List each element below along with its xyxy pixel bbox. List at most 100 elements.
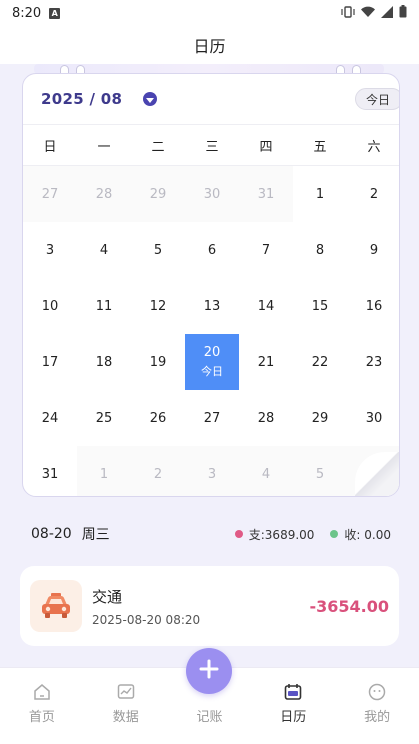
- day-cell[interactable]: 10: [23, 278, 77, 334]
- expense-label: 支:3689.00: [248, 527, 315, 542]
- status-bar: 8:20 A: [0, 0, 419, 26]
- day-number: 26: [149, 410, 167, 426]
- weekday-row: 日一二三四五六: [23, 124, 399, 166]
- day-cell[interactable]: 8: [293, 222, 347, 278]
- day-number: 7: [261, 242, 271, 258]
- home-icon: [32, 682, 52, 702]
- day-cell[interactable]: 24: [23, 390, 77, 446]
- day-cell[interactable]: 29: [293, 390, 347, 446]
- day-cell[interactable]: 22: [293, 334, 347, 390]
- day-number: 27: [203, 410, 221, 426]
- day-cell[interactable]: 4: [239, 446, 293, 496]
- day-number: 28: [95, 186, 113, 202]
- day-cell[interactable]: 28: [77, 166, 131, 222]
- day-cell[interactable]: 3: [185, 446, 239, 496]
- day-cell[interactable]: 1: [293, 166, 347, 222]
- day-cell[interactable]: 31: [239, 166, 293, 222]
- day-cell[interactable]: 23: [347, 334, 399, 390]
- tab-home[interactable]: 首页: [0, 668, 84, 744]
- day-number: 18: [95, 354, 113, 370]
- tab-calendar[interactable]: 日历: [251, 668, 335, 744]
- add-record-button[interactable]: [186, 648, 232, 694]
- chart-icon: [116, 682, 136, 702]
- day-cell[interactable]: 19: [131, 334, 185, 390]
- day-number: 1: [99, 466, 109, 482]
- day-cell[interactable]: 3: [23, 222, 77, 278]
- day-number: 20: [203, 345, 221, 360]
- vibrate-icon: [341, 5, 355, 21]
- day-cell[interactable]: 2: [347, 166, 399, 222]
- selected-weekday: 周三: [81, 527, 110, 543]
- today-button[interactable]: 今日: [354, 88, 399, 110]
- day-cell[interactable]: 21: [239, 334, 293, 390]
- day-cell[interactable]: 4: [77, 222, 131, 278]
- day-cell[interactable]: 6: [185, 222, 239, 278]
- status-time: 8:20: [12, 5, 42, 21]
- tab-profile-label: 我的: [364, 710, 391, 725]
- day-cell[interactable]: 17: [23, 334, 77, 390]
- notification-icon: A: [49, 7, 61, 19]
- day-cell[interactable]: 27: [23, 166, 77, 222]
- tab-record-label: 记账: [196, 710, 223, 725]
- day-cell[interactable]: 1: [77, 446, 131, 496]
- signal-icon: [381, 5, 393, 21]
- tab-calendar-label: 日历: [280, 710, 307, 725]
- day-number: 6: [207, 242, 217, 258]
- tab-data[interactable]: 数据: [84, 668, 168, 744]
- weekday-label: 二: [151, 139, 165, 155]
- day-cell[interactable]: 31: [23, 446, 77, 496]
- month-label[interactable]: 2025 / 08: [41, 90, 122, 108]
- expense-total: 支:3689.00: [234, 526, 315, 543]
- day-cell[interactable]: 29: [131, 166, 185, 222]
- day-cell[interactable]: 2: [131, 446, 185, 496]
- day-number: 3: [207, 466, 217, 482]
- calendar-card: 2025 / 08 今日 日一二三四五六 27 28 29 30 31 1 2 3 4 5 6 7 8 9…: [22, 73, 400, 497]
- day-number: 5: [153, 242, 163, 258]
- day-cell[interactable]: 7: [239, 222, 293, 278]
- day-number: 17: [41, 354, 59, 370]
- add-icon: [198, 658, 220, 684]
- day-number: 28: [257, 410, 275, 426]
- day-cell[interactable]: 26: [131, 390, 185, 446]
- day-cell[interactable]: 15: [293, 278, 347, 334]
- day-cell[interactable]: 14: [239, 278, 293, 334]
- page-header: 日历: [0, 26, 419, 64]
- day-number: 30: [203, 186, 221, 202]
- calendar-header: 2025 / 08 今日: [23, 74, 399, 124]
- battery-icon: [399, 5, 407, 21]
- day-cell[interactable]: 30: [347, 390, 399, 446]
- transaction-amount: -3654.00: [309, 596, 389, 616]
- day-cell[interactable]: 13: [185, 278, 239, 334]
- selected-date: 08-20: [31, 526, 72, 542]
- day-cell[interactable]: 16: [347, 278, 399, 334]
- day-number: 13: [203, 298, 221, 314]
- day-cell[interactable]: 28: [239, 390, 293, 446]
- income-label: 收: 0.00: [344, 527, 391, 542]
- day-cell[interactable]: 18: [77, 334, 131, 390]
- day-cell-selected[interactable]: 20 今日: [185, 334, 239, 390]
- day-number: 15: [311, 298, 329, 314]
- calendar-icon: [283, 682, 303, 702]
- day-number: 14: [257, 298, 275, 314]
- day-cell[interactable]: 5: [293, 446, 347, 496]
- day-number: 31: [257, 186, 275, 202]
- day-cell[interactable]: 27: [185, 390, 239, 446]
- day-cell[interactable]: 12: [131, 278, 185, 334]
- day-cell[interactable]: 30: [185, 166, 239, 222]
- wifi-icon: [361, 6, 375, 21]
- day-number: 19: [149, 354, 167, 370]
- calendar-grid: 27 28 29 30 31 1 2 3 4 5 6 7 8 9 10 11 12 13 14 15 16 17 18 19 2…: [23, 166, 399, 496]
- day-number: 22: [311, 354, 329, 370]
- tab-profile[interactable]: 我的: [335, 668, 419, 744]
- weekday-label: 三: [205, 139, 219, 155]
- transaction-item[interactable]: 交通 2025-08-20 08:20 -3654.00: [20, 566, 399, 646]
- day-number: 30: [365, 410, 383, 426]
- day-cell[interactable]: 11: [77, 278, 131, 334]
- transaction-category: 交通: [92, 587, 123, 606]
- day-cell[interactable]: 5: [131, 222, 185, 278]
- day-cell[interactable]: 9: [347, 222, 399, 278]
- day-number: 10: [41, 298, 59, 314]
- day-cell[interactable]: 25: [77, 390, 131, 446]
- month-dropdown-icon[interactable]: [143, 92, 157, 106]
- day-number: 24: [41, 410, 59, 426]
